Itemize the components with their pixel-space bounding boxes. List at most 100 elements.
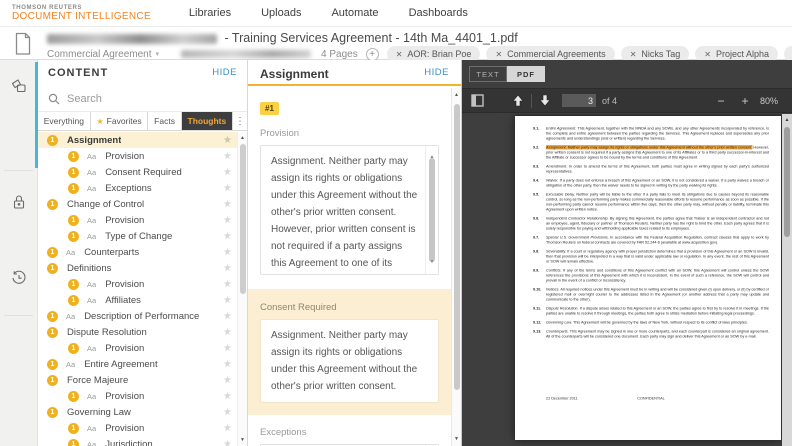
zoom-in-button[interactable]: + <box>736 94 754 108</box>
scroll-down-icon[interactable]: ▼ <box>452 436 461 442</box>
remove-tag-icon[interactable]: ✕ <box>704 50 711 59</box>
tree-row[interactable]: 1 Aa Provision ★ <box>38 388 237 404</box>
favorite-star-icon[interactable]: ★ <box>223 231 232 242</box>
favorite-star-icon[interactable]: ★ <box>223 183 232 194</box>
favorite-star-icon[interactable]: ★ <box>223 199 232 210</box>
tree-row[interactable]: 1 Aa Entire Agreement ★ <box>38 356 237 372</box>
clause-title-text: Severability. <box>546 249 567 254</box>
tree-row[interactable]: 1 Aa Definitions ★ <box>38 260 237 276</box>
favorite-star-icon[interactable]: ★ <box>223 311 232 322</box>
tree-row[interactable]: 1 Aa Assignment ★ <box>38 132 237 148</box>
history-icon[interactable] <box>10 269 28 287</box>
favorite-star-icon[interactable]: ★ <box>223 167 232 178</box>
scrollbar-thumb[interactable] <box>454 104 460 390</box>
favorite-star-icon[interactable]: ★ <box>223 407 232 418</box>
scrollbar-thumb[interactable] <box>784 127 790 237</box>
section-text: Assignment. Neither party may assign its… <box>271 330 418 392</box>
thumbnail-panel-icon[interactable] <box>471 94 484 107</box>
scrollbar-thumb[interactable] <box>240 144 246 294</box>
scroll-down-icon[interactable]: ▼ <box>238 437 247 443</box>
content-tab[interactable]: ★ Favorites <box>90 112 149 130</box>
tree-row[interactable]: 1 Aa Force Majeure ★ <box>38 372 237 388</box>
favorite-star-icon[interactable]: ★ <box>223 215 232 226</box>
content-filter-tabs: ★ Everything ★ Favorites ★ Facts ★ <box>38 112 247 131</box>
favorite-star-icon[interactable]: ★ <box>223 295 232 306</box>
redacted-text <box>47 33 217 44</box>
tree-row[interactable]: 1 Aa Type of Change ★ <box>38 228 237 244</box>
text-type-icon: Aa <box>87 439 97 446</box>
tree-row[interactable]: 1 Aa Exceptions ★ <box>38 180 237 196</box>
remove-tag-icon[interactable]: ✕ <box>396 50 403 59</box>
clause-panel-scrollbar[interactable]: ▲ ▼ <box>451 88 461 446</box>
content-tab[interactable]: ★ Facts <box>148 112 182 130</box>
scroll-up-icon[interactable]: ▲ <box>782 117 792 123</box>
favorite-star-icon[interactable]: ★ <box>223 439 232 446</box>
scroll-up-icon[interactable]: ▲ <box>452 92 461 98</box>
tree-row[interactable]: 1 Aa Description of Performance ★ <box>38 308 237 324</box>
tag-label: Project Alpha <box>715 49 769 59</box>
tree-item-label: Force Majeure <box>67 374 129 386</box>
text-type-icon: Aa <box>66 359 76 369</box>
remove-tag-icon[interactable]: ✕ <box>495 50 502 59</box>
favorite-star-icon[interactable]: ★ <box>223 151 232 162</box>
nav-item[interactable]: Libraries <box>189 7 231 19</box>
remove-tag-icon[interactable]: ✕ <box>630 50 637 59</box>
clause-section: Provision Assignment. Neither party may … <box>260 128 439 275</box>
tree-row[interactable]: 1 Aa Provision ★ <box>38 276 237 292</box>
add-tag-button[interactable]: + <box>365 47 379 61</box>
favorite-star-icon[interactable]: ★ <box>223 359 232 370</box>
section-textbox[interactable]: Assignment. Neither party may assign its… <box>260 319 439 403</box>
content-tab[interactable]: ★ Everything <box>38 112 91 130</box>
favorite-star-icon[interactable]: ★ <box>223 391 232 402</box>
page-number-input[interactable] <box>562 94 596 107</box>
tree-row[interactable]: 1 Aa Affiliates ★ <box>38 292 237 308</box>
lock-icon[interactable] <box>11 193 27 211</box>
page-down-icon[interactable] <box>539 94 551 107</box>
favorite-star-icon[interactable]: ★ <box>223 279 232 290</box>
tree-row[interactable]: 1 Aa Provision ★ <box>38 212 237 228</box>
tree-item-label: Exceptions <box>105 182 152 194</box>
pdf-page[interactable]: 9.1. Entire Agreement. This Agreement, t… <box>515 116 781 440</box>
tree-row[interactable]: 1 Aa Counterparts ★ <box>38 244 237 260</box>
clause-hide-button[interactable]: HIDE <box>424 67 449 84</box>
tree-row[interactable]: 1 Aa Dispute Resolution ★ <box>38 324 237 340</box>
page-up-icon[interactable] <box>512 94 524 107</box>
favorite-star-icon[interactable]: ★ <box>223 263 232 274</box>
content-hide-button[interactable]: HIDE <box>212 67 237 86</box>
clause-title-text: Dispute Resolution. <box>546 306 579 311</box>
tree-row[interactable]: 1 Aa Provision ★ <box>38 420 237 436</box>
search-input[interactable] <box>67 92 237 105</box>
scroll-down-icon[interactable]: ▼ <box>426 254 438 271</box>
tree-item-label: Provision <box>105 422 145 434</box>
textbox-scrollbar[interactable]: ▲ ▼ <box>425 146 438 274</box>
view-mode-tab[interactable]: TEXT <box>469 66 507 82</box>
doc-type-dropdown[interactable]: Commercial Agreement <box>47 49 151 60</box>
nav-item[interactable]: Automate <box>331 7 378 19</box>
favorite-star-icon[interactable]: ★ <box>223 423 232 434</box>
tree-row[interactable]: 1 Aa Consent Required ★ <box>38 164 237 180</box>
scroll-up-icon[interactable]: ▲ <box>238 135 247 141</box>
content-tab[interactable]: ★ Thoughts <box>181 112 233 130</box>
zoom-out-button[interactable]: − <box>712 94 730 108</box>
nav-item[interactable]: Uploads <box>261 7 301 19</box>
favorite-star-icon[interactable]: ★ <box>223 327 232 338</box>
tree-row[interactable]: 1 Aa Jurisdiction ★ <box>38 436 237 446</box>
regions-tool-icon[interactable] <box>10 77 28 95</box>
tree-row[interactable]: 1 Aa Provision ★ <box>38 340 237 356</box>
favorite-star-icon[interactable]: ★ <box>223 135 232 146</box>
favorite-star-icon[interactable]: ★ <box>223 375 232 386</box>
favorite-star-icon[interactable]: ★ <box>223 343 232 354</box>
pdf-scrollbar[interactable]: ▲ <box>782 114 792 446</box>
scrollbar-thumb[interactable] <box>429 158 435 262</box>
nav-item[interactable]: Dashboards <box>409 7 468 19</box>
view-mode-tab[interactable]: PDF <box>507 66 545 82</box>
favorite-star-icon[interactable]: ★ <box>223 247 232 258</box>
section-textbox[interactable]: Assignment. Neither party may assign its… <box>260 145 439 275</box>
tree-row[interactable]: 1 Aa Governing Law ★ <box>38 404 237 420</box>
brand-logo[interactable]: THOMSON REUTERS DOCUMENT INTELLIGENCE <box>12 5 151 22</box>
tree-row[interactable]: 1 Aa Provision ★ <box>38 148 237 164</box>
clause-body-text: All required notices under this Agreemen… <box>546 287 769 302</box>
tab-overflow-menu-icon[interactable]: ⋮ <box>233 112 247 130</box>
content-scrollbar[interactable]: ▲ ▼ <box>237 132 247 446</box>
tree-row[interactable]: 1 Aa Change of Control ★ <box>38 196 237 212</box>
